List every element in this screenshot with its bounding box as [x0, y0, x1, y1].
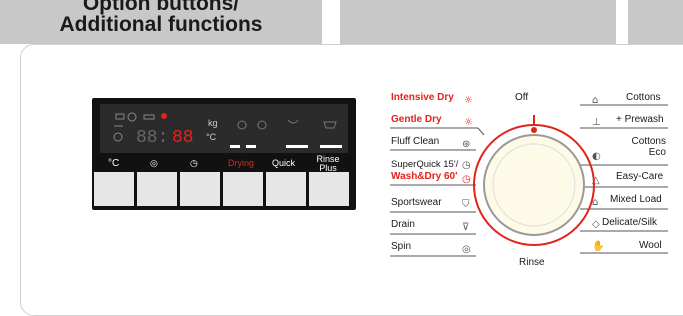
dial-graphic: ☼ ☼ ⊛ ◷ ◷ ⛉ ⊽ ◎ ⌂ ⊥ ◐ △ ⌂ ◇ ✋: [390, 95, 668, 257]
temp-btn-label: °C: [108, 158, 120, 169]
spin-icon: ◎: [150, 158, 158, 168]
cottons-icon: ⌂: [592, 95, 598, 106]
prewash-icon: ⊥: [592, 117, 601, 128]
sun-icon-2: [257, 120, 267, 130]
drying-bar-1: [230, 145, 240, 148]
drying-button[interactable]: [223, 172, 263, 206]
gentle-heat-icon: ☼: [464, 117, 473, 128]
drain-icon: ⊽: [462, 222, 469, 233]
tab-blank-3[interactable]: [628, 0, 683, 44]
display-segments: 88: 88: [113, 112, 342, 148]
shirt-icon: ⛉: [462, 199, 470, 210]
basin-icon: [323, 121, 337, 129]
digits-display-red: 88: [172, 128, 194, 148]
spin-small-icon: ◎: [462, 244, 471, 255]
sun-icon: [237, 120, 247, 130]
rinse-hold-icon: [143, 114, 155, 120]
lock-icon: [127, 112, 137, 122]
rinse-label: Rinse Plus: [316, 154, 340, 173]
quick-icon: [287, 119, 299, 124]
control-display: 88: 88 kg °C °C ◎ ◷ Drying Quick Rinse P…: [92, 98, 356, 210]
clock-icon: ◷: [190, 158, 198, 168]
spin-button[interactable]: [137, 172, 177, 206]
tab-blank-2[interactable]: [340, 0, 616, 44]
delicate-icon: ◇: [592, 219, 600, 230]
tab-title-line1: Option buttons/: [82, 0, 240, 15]
tab-title-line2: Additional functions: [59, 13, 263, 36]
tub-icon: [115, 113, 125, 120]
rotary-knob[interactable]: [473, 115, 595, 246]
unit-c: °C: [206, 132, 217, 142]
timer-15-icon: ◷: [462, 160, 471, 171]
display-screen: 88: 88 kg °C: [100, 104, 348, 153]
button-row: [94, 172, 354, 206]
indicator-led: [161, 113, 167, 119]
rinse-bar: [320, 145, 342, 148]
rinse-plus-button[interactable]: [309, 172, 349, 206]
quick-button[interactable]: [266, 172, 306, 206]
quick-label: Quick: [272, 158, 296, 168]
unit-kg: kg: [208, 118, 218, 128]
drum-icon: [113, 132, 123, 142]
heat-icon: ☼: [464, 95, 473, 106]
temp-button[interactable]: [94, 172, 134, 206]
wool-icon: ✋: [592, 239, 604, 252]
quick-bar: [286, 145, 308, 148]
drying-bar-2: [246, 145, 256, 148]
timer-60-icon: ◷: [462, 174, 471, 185]
digits-display: 88:: [136, 128, 168, 148]
tab-option-buttons[interactable]: Option buttons/ Additional functions: [0, 0, 322, 44]
fluff-icon: ⊛: [462, 139, 470, 150]
eco-icon: ◐: [592, 151, 601, 162]
drying-label: Drying: [228, 158, 255, 168]
timer-button[interactable]: [180, 172, 220, 206]
